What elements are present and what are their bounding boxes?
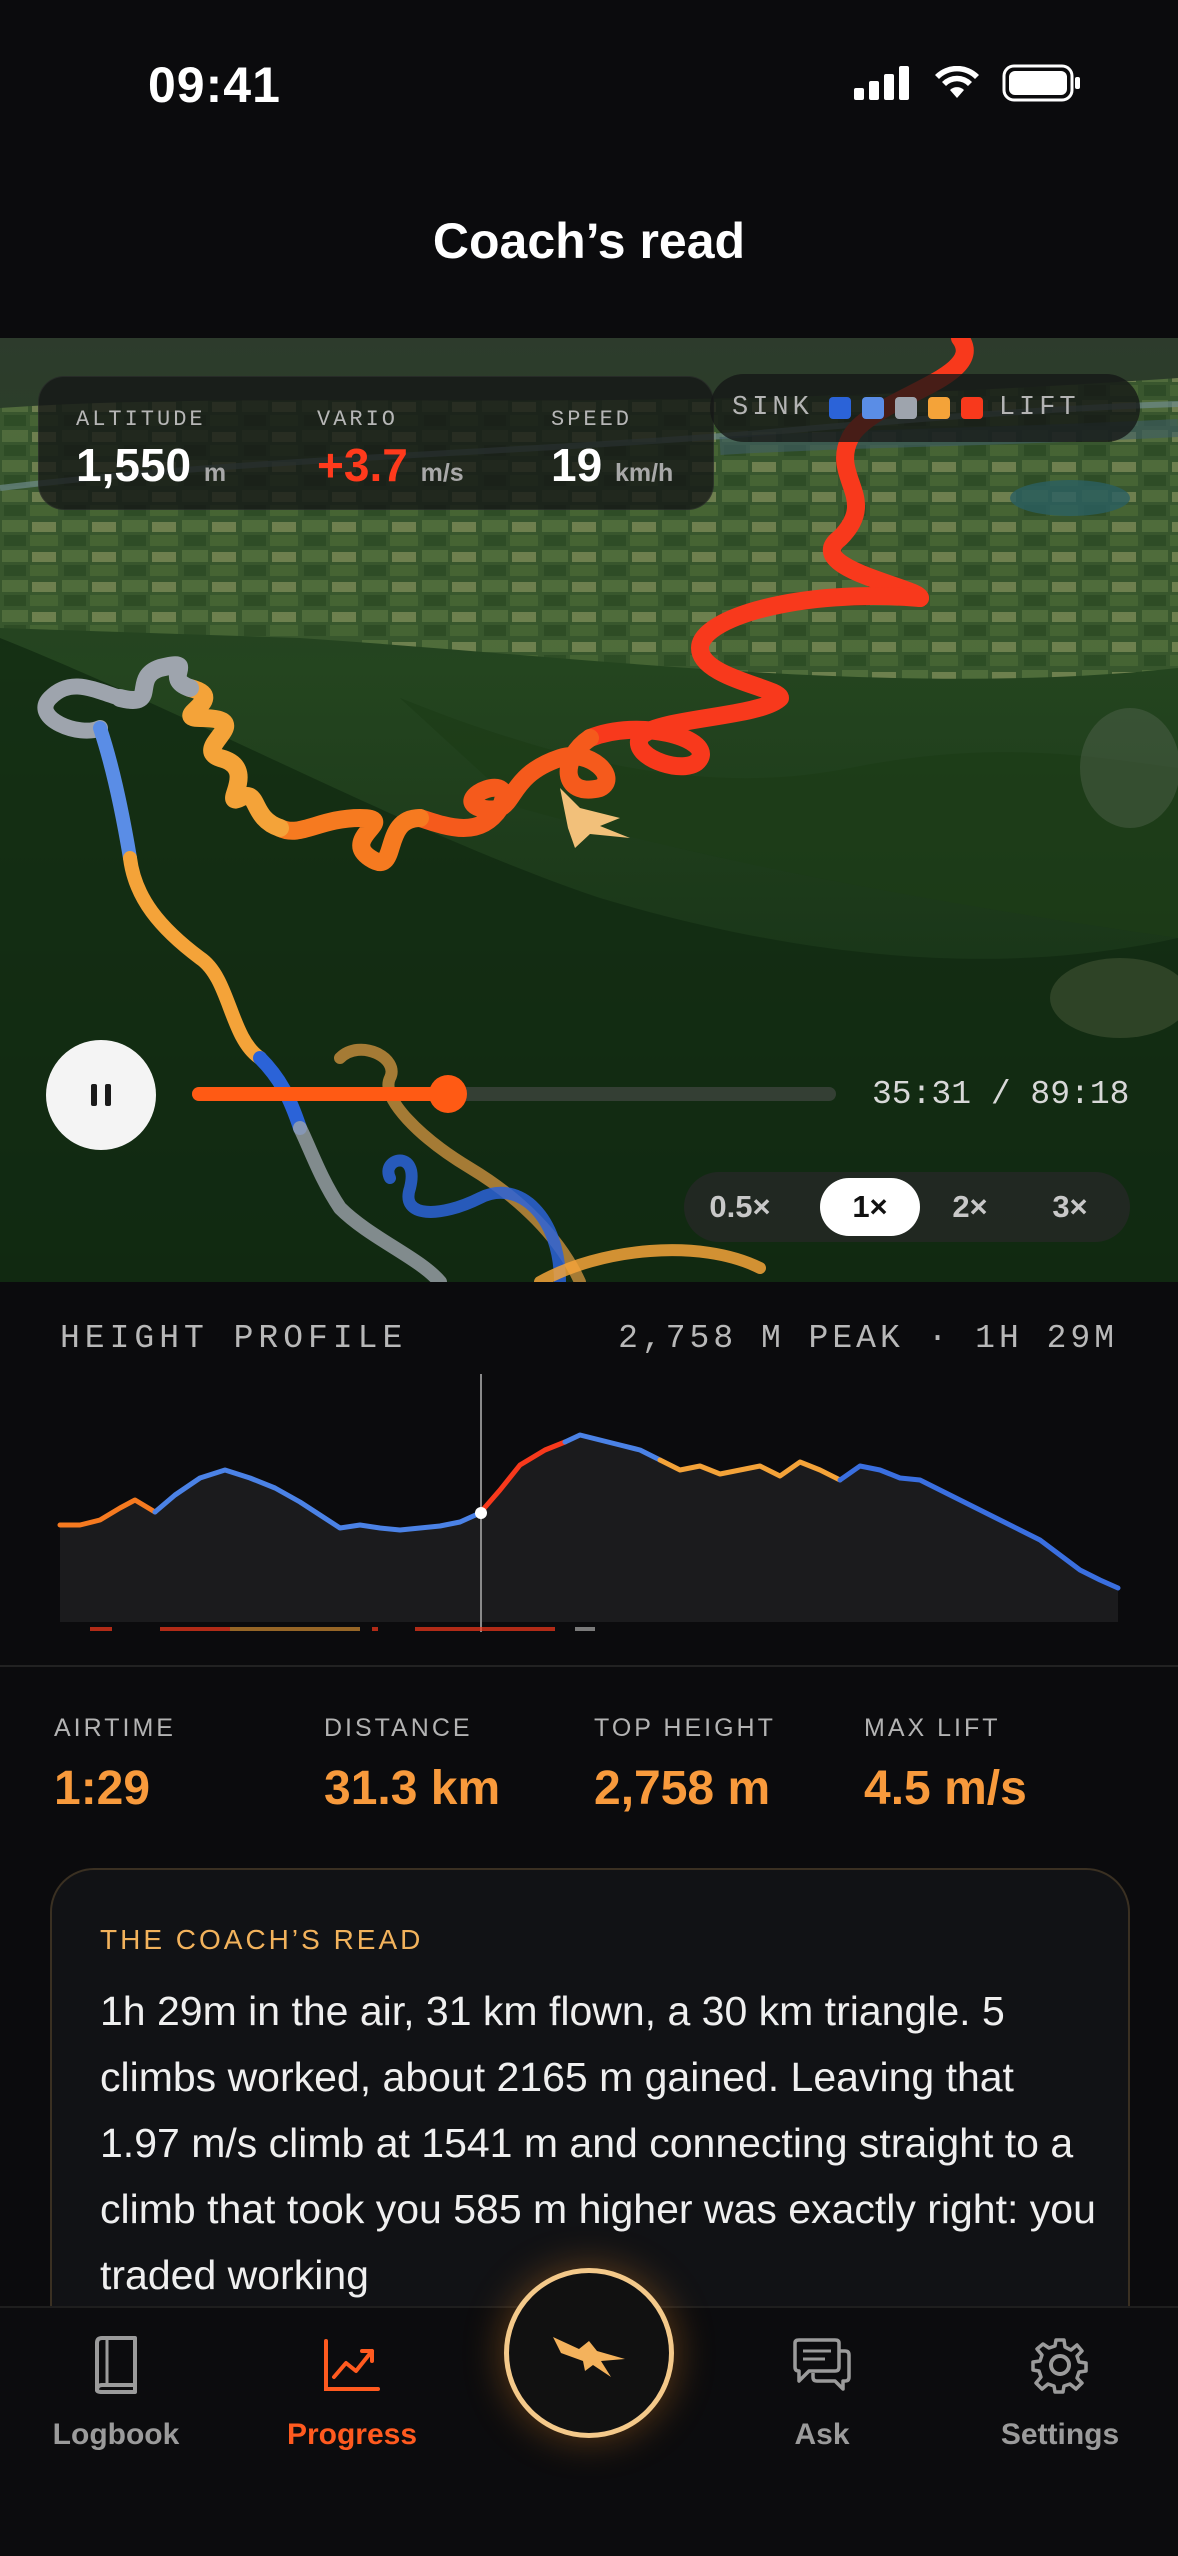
stat-distance: DISTANCE 31.3 km xyxy=(324,1714,500,1816)
tab-logbook[interactable]: Logbook xyxy=(16,2330,216,2452)
section-divider xyxy=(0,1665,1178,1667)
playback-speed-selector: 0.5× 1× 2× 3× xyxy=(684,1172,1130,1242)
stat-airtime-label: AIRTIME xyxy=(54,1714,176,1742)
tab-progress-label: Progress xyxy=(286,2418,418,2451)
height-profile-label: HEIGHT PROFILE xyxy=(60,1320,408,1357)
center-action-button[interactable] xyxy=(504,2268,674,2438)
speed-option-0-5x[interactable]: 0.5× xyxy=(690,1178,790,1236)
stat-max-lift-value: 4.5 m/s xyxy=(864,1762,1027,1815)
pause-icon xyxy=(91,1084,97,1106)
status-time: 09:41 xyxy=(148,57,281,113)
legend-swatch-lift xyxy=(927,397,950,419)
vario-unit: m/s xyxy=(420,459,464,487)
legend-swatch-strong-lift xyxy=(960,397,983,419)
altitude-value: 1,550 xyxy=(76,439,192,491)
altitude-readout: ALTITUDE 1,550 m xyxy=(76,407,226,492)
tab-settings-label: Settings xyxy=(1000,2418,1120,2451)
speed-value: 19 xyxy=(551,439,603,491)
vario-legend: SINK LIFT xyxy=(710,374,1140,442)
vario-readout: VARIO +3.7 m/s xyxy=(317,407,464,492)
coach-card-body: 1h 29m in the air, 31 km flown, a 30 km … xyxy=(100,1988,1096,2298)
stat-airtime: AIRTIME 1:29 xyxy=(54,1714,176,1816)
stat-top-height: TOP HEIGHT 2,758 m xyxy=(594,1714,776,1816)
stat-airtime-value: 1:29 xyxy=(54,1762,151,1815)
stat-max-lift-label: MAX LIFT xyxy=(864,1714,1001,1742)
status-icons xyxy=(854,64,1082,102)
legend-swatch-neutral xyxy=(894,397,917,419)
altitude-unit: m xyxy=(203,459,227,487)
tab-settings[interactable]: Settings xyxy=(960,2330,1160,2452)
chart-icon xyxy=(324,2339,380,2391)
stat-top-height-label: TOP HEIGHT xyxy=(594,1714,776,1742)
tab-progress[interactable]: Progress xyxy=(252,2330,452,2452)
stat-top-height-value: 2,758 m xyxy=(594,1762,771,1815)
height-profile-meta: 2,758 M PEAK · 1H 29M xyxy=(618,1320,1118,1357)
stat-max-lift: MAX LIFT 4.5 m/s xyxy=(864,1714,1027,1816)
page-title: Coach’s read xyxy=(432,213,746,269)
signal-icon xyxy=(854,66,909,100)
gear-icon xyxy=(1031,2338,1088,2394)
legend-swatch-sink xyxy=(861,397,884,419)
stat-distance-label: DISTANCE xyxy=(324,1714,473,1742)
vario-label: VARIO xyxy=(317,407,399,432)
coach-card-title: THE COACH’S READ xyxy=(100,1924,424,1955)
altitude-label: ALTITUDE xyxy=(76,407,206,432)
legend-sink-label: SINK xyxy=(732,393,813,423)
speed-label: SPEED xyxy=(551,407,633,432)
legend-swatch-strong-sink xyxy=(828,397,851,419)
bird-icon xyxy=(553,2337,625,2377)
tab-logbook-label: Logbook xyxy=(52,2418,180,2451)
timeline-scrubber[interactable] xyxy=(429,1075,467,1113)
tab-ask[interactable]: Ask xyxy=(722,2330,922,2452)
tab-ask-label: Ask xyxy=(794,2418,850,2451)
legend-lift-label: LIFT xyxy=(998,393,1080,423)
flight-hud: ALTITUDE 1,550 m VARIO +3.7 m/s SPEED 19… xyxy=(38,376,714,510)
height-profile-chart[interactable] xyxy=(0,1370,1178,1640)
battery-icon xyxy=(1002,64,1080,102)
book-icon xyxy=(95,2336,137,2394)
vario-value: +3.7 xyxy=(317,439,408,491)
status-bar: 09:41 xyxy=(0,0,1178,170)
wifi-icon xyxy=(935,66,979,98)
chat-icon xyxy=(793,2338,851,2391)
speed-unit: km/h xyxy=(614,459,674,487)
speed-option-2x[interactable]: 2× xyxy=(920,1178,1020,1236)
speed-option-1x[interactable]: 1× xyxy=(820,1178,920,1236)
pause-button[interactable] xyxy=(46,1040,156,1150)
speed-option-3x[interactable]: 3× xyxy=(1020,1178,1120,1236)
timeline-progress xyxy=(192,1087,448,1101)
speed-readout: SPEED 19 km/h xyxy=(551,407,673,492)
stat-distance-value: 31.3 km xyxy=(324,1762,501,1815)
playback-time: 35:31 / 89:18 xyxy=(872,1076,1130,1113)
